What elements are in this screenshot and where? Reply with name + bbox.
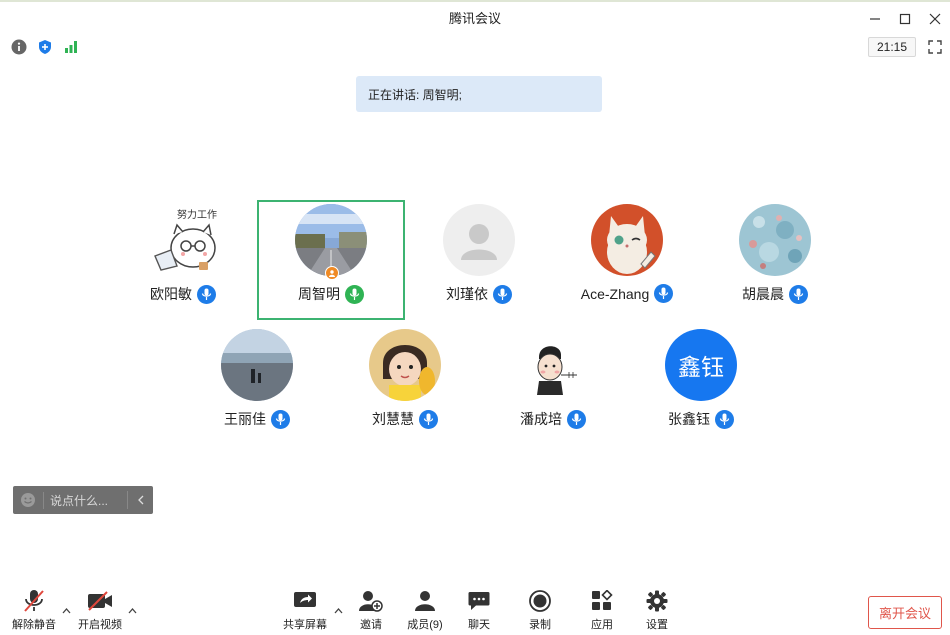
participant-avatar: 鑫钰 bbox=[665, 329, 737, 401]
close-icon[interactable] bbox=[920, 4, 950, 34]
participant-avatar bbox=[221, 329, 293, 401]
participant-avatar bbox=[739, 204, 811, 276]
maximize-icon[interactable] bbox=[890, 4, 920, 34]
microphone-icon[interactable] bbox=[789, 284, 808, 304]
share-options-chevron-icon[interactable] bbox=[333, 606, 343, 616]
microphone-icon[interactable] bbox=[654, 284, 674, 303]
participant-name: 胡晨晨 bbox=[742, 286, 784, 302]
invite-label: 邀请 bbox=[360, 619, 382, 631]
participant-name-row: 张鑫钰 bbox=[668, 409, 734, 429]
fullscreen-icon[interactable] bbox=[925, 37, 945, 57]
start-video-button[interactable]: 开启视频 bbox=[74, 587, 126, 635]
apps-grid-icon bbox=[591, 587, 613, 615]
video-options-chevron-icon[interactable] bbox=[127, 606, 137, 616]
microphone-icon[interactable] bbox=[197, 284, 216, 304]
participant-name: Ace-Zhang bbox=[580, 285, 650, 302]
participant-name-row: 潘成培 bbox=[520, 409, 586, 429]
invite-button[interactable]: 邀请 bbox=[353, 587, 389, 635]
chat-label: 聊天 bbox=[468, 619, 490, 631]
participant-name-row: 欧阳敏 bbox=[150, 284, 216, 304]
apps-label: 应用 bbox=[591, 619, 613, 631]
shield-icon[interactable] bbox=[36, 38, 54, 56]
microphone-icon[interactable] bbox=[567, 409, 586, 429]
participant-name: 刘瑾依 bbox=[446, 286, 488, 302]
share-screen-label: 共享屏幕 bbox=[283, 619, 327, 631]
emoji-icon[interactable] bbox=[13, 492, 43, 508]
audio-options-chevron-icon[interactable] bbox=[61, 606, 71, 616]
members-icon bbox=[414, 587, 436, 615]
microphone-icon[interactable] bbox=[715, 409, 734, 429]
participant-name-row: 胡晨晨 bbox=[742, 284, 808, 304]
gear-icon bbox=[646, 587, 668, 615]
host-badge-icon bbox=[325, 266, 339, 280]
participant-tile[interactable]: 鑫钰 张鑫钰 bbox=[627, 325, 775, 445]
participant-tile[interactable]: 王丽佳 bbox=[183, 325, 331, 445]
window-titlebar: 腾讯会议 bbox=[0, 0, 950, 33]
meeting-info-bar bbox=[0, 33, 950, 61]
participant-name: 刘慧慧 bbox=[372, 411, 414, 427]
share-screen-button[interactable]: 共享屏幕 bbox=[280, 587, 330, 635]
settings-button[interactable]: 设置 bbox=[639, 587, 675, 635]
avatar-initials: 鑫钰 bbox=[678, 355, 724, 381]
leave-meeting-button[interactable]: 离开会议 bbox=[868, 596, 942, 629]
start-video-label: 开启视频 bbox=[78, 619, 122, 631]
unmute-label: 解除静音 bbox=[12, 619, 56, 631]
invite-user-icon bbox=[359, 587, 383, 615]
microphone-icon[interactable] bbox=[493, 284, 512, 304]
participant-tile[interactable]: 潘成培 bbox=[479, 325, 627, 445]
speaking-indicator: 正在讲话: 周智明; bbox=[356, 76, 602, 112]
apps-button[interactable]: 应用 bbox=[584, 587, 620, 635]
settings-label: 设置 bbox=[646, 619, 668, 631]
meeting-toolbar: 解除静音 开启视频 共享屏幕 邀请 成员(9) 聊天 录制 应用 设置 bbox=[0, 587, 950, 635]
meeting-timer: 21:15 bbox=[868, 37, 916, 57]
participant-name-row: 刘瑾依 bbox=[446, 284, 512, 304]
participant-tile[interactable]: 胡晨晨 bbox=[701, 200, 849, 320]
chat-input[interactable]: 说点什么... bbox=[13, 486, 153, 514]
collapse-chevron-icon[interactable] bbox=[127, 491, 153, 509]
record-icon bbox=[529, 587, 551, 615]
record-button[interactable]: 录制 bbox=[522, 587, 558, 635]
unmute-button[interactable]: 解除静音 bbox=[8, 587, 60, 635]
participant-name-row: 王丽佳 bbox=[224, 409, 290, 429]
microphone-icon[interactable] bbox=[271, 409, 290, 429]
chat-button[interactable]: 聊天 bbox=[462, 587, 496, 635]
participant-tile[interactable]: 刘瑾依 bbox=[405, 200, 553, 320]
participant-name: 周智明 bbox=[298, 286, 340, 302]
microphone-muted-icon bbox=[23, 587, 45, 615]
microphone-speaking-icon[interactable] bbox=[345, 284, 364, 304]
participant-tile[interactable]: 刘慧慧 bbox=[331, 325, 479, 445]
chat-bubble-icon bbox=[468, 587, 490, 615]
avatar-caption: 努力工作 bbox=[177, 208, 217, 221]
members-label: 成员(9) bbox=[407, 619, 443, 631]
share-screen-icon bbox=[293, 587, 317, 615]
camera-off-icon bbox=[87, 587, 113, 615]
signal-strength-icon[interactable] bbox=[62, 38, 80, 56]
participant-name-row: 刘慧慧 bbox=[372, 409, 438, 429]
participant-avatar bbox=[369, 329, 441, 401]
minimize-icon[interactable] bbox=[860, 4, 890, 34]
participant-name: 王丽佳 bbox=[224, 411, 266, 427]
participant-name: 潘成培 bbox=[520, 411, 562, 427]
participant-name-row: 周智明 bbox=[298, 284, 364, 304]
participant-tile-active[interactable]: 周智明 bbox=[257, 200, 405, 320]
info-icon[interactable] bbox=[10, 38, 28, 56]
chat-placeholder[interactable]: 说点什么... bbox=[43, 491, 127, 509]
participant-name-row: Ace-Zhang bbox=[580, 284, 674, 303]
participant-avatar bbox=[517, 329, 589, 401]
participant-name: 张鑫钰 bbox=[668, 411, 710, 427]
participant-tile[interactable]: 努力工作 欧阳敏 bbox=[109, 200, 257, 320]
participant-tile[interactable]: Ace-Zhang bbox=[553, 200, 701, 320]
microphone-icon[interactable] bbox=[419, 409, 438, 429]
participant-name: 欧阳敏 bbox=[150, 286, 192, 302]
record-label: 录制 bbox=[529, 619, 551, 631]
window-controls bbox=[860, 4, 950, 34]
participant-avatar bbox=[591, 204, 663, 276]
participant-avatar: 努力工作 bbox=[147, 204, 219, 276]
participant-avatar bbox=[443, 204, 515, 276]
window-title: 腾讯会议 bbox=[448, 11, 501, 26]
members-button[interactable]: 成员(9) bbox=[402, 587, 448, 635]
